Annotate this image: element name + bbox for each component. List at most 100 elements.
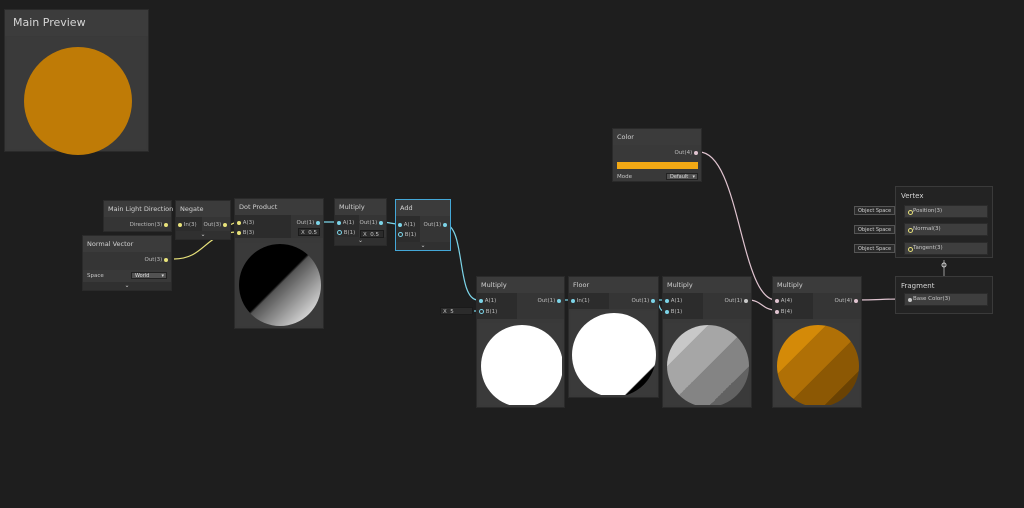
node-add[interactable]: Add A(1) B(1) Out(1) ⌄ (395, 199, 451, 251)
space-tag-normal[interactable]: Object Space (854, 225, 896, 234)
node-title: Normal Vector (83, 236, 171, 252)
input-port[interactable] (237, 230, 241, 235)
port-label: Out(4) (674, 150, 693, 156)
space-tag-position[interactable]: Object Space (854, 206, 896, 215)
node-preview (775, 323, 859, 405)
input-port[interactable] (665, 298, 669, 303)
output-port[interactable] (164, 222, 168, 227)
input-port[interactable] (398, 232, 403, 237)
output-port[interactable] (651, 298, 655, 303)
node-multiply-3[interactable]: Multiply A(1) B(1) Out(1) (662, 276, 752, 408)
node-dot-product[interactable]: Dot Product A(3) B(3) Out(1) (234, 198, 324, 329)
port-label: Out(4) (834, 298, 853, 304)
dot-b-inline-field[interactable]: X 0.5 (298, 228, 320, 236)
mode-label: Mode (617, 174, 632, 180)
input-port[interactable] (178, 222, 182, 227)
output-port[interactable] (694, 150, 698, 155)
node-multiply-2[interactable]: Multiply A(1) B(1) Out(1) (476, 276, 565, 408)
port-label: A(4) (780, 298, 793, 304)
preview-sphere (777, 325, 859, 405)
port-label: In(3) (183, 222, 197, 228)
preview-sphere (239, 244, 321, 326)
port-label: Out(1) (631, 298, 650, 304)
input-port[interactable] (775, 298, 779, 303)
preview-sphere (481, 325, 562, 405)
preview-sphere (667, 325, 749, 405)
input-port[interactable] (398, 222, 402, 227)
node-title: Floor (569, 277, 658, 293)
input-port[interactable] (337, 220, 341, 225)
mult1-b-inline-field[interactable]: X 0.5 (360, 230, 384, 238)
fragment-block[interactable]: Fragment Base Color(3) (895, 276, 993, 314)
node-title: Multiply (773, 277, 861, 293)
output-port[interactable] (443, 222, 447, 227)
fragment-title: Fragment (901, 282, 935, 290)
vertex-title: Vertex (901, 192, 924, 200)
node-title: Multiply (663, 277, 751, 293)
node-title: Negate (176, 201, 230, 217)
port-label: B(1) (343, 230, 356, 236)
vertex-slot-position[interactable]: Position(3) (904, 205, 988, 218)
node-multiply-4[interactable]: Multiply A(4) B(4) Out(4) (772, 276, 862, 408)
node-title: Add (396, 200, 450, 216)
port-label: A(1) (484, 298, 497, 304)
output-port[interactable] (557, 298, 561, 303)
vertex-slot-tangent[interactable]: Tangent(3) (904, 242, 988, 255)
port-label: Out(1) (724, 298, 743, 304)
port-label: Out(1) (359, 220, 378, 226)
input-port[interactable] (908, 247, 913, 252)
output-port[interactable] (164, 257, 168, 262)
chevron-down-icon[interactable]: ⌄ (396, 242, 450, 250)
output-port[interactable] (379, 220, 383, 225)
node-floor[interactable]: Floor In(1) Out(1) (568, 276, 659, 398)
port-label: B(3) (242, 230, 255, 236)
input-port[interactable] (775, 309, 779, 314)
main-preview-sphere (24, 47, 132, 155)
main-preview-title: Main Preview (5, 10, 148, 36)
input-port[interactable] (908, 298, 912, 302)
input-port[interactable] (908, 228, 913, 233)
node-title: Dot Product (235, 199, 323, 215)
port-label: Direction(3) (129, 222, 163, 228)
preview-sphere (572, 313, 656, 395)
port-label: B(4) (780, 309, 793, 315)
node-multiply-1[interactable]: Multiply A(1) B(1) Out(1) ⌄ (334, 198, 387, 246)
vertex-slot-normal[interactable]: Normal(3) (904, 223, 988, 236)
chevron-down-icon: ▾ (692, 174, 695, 180)
input-port[interactable] (479, 298, 483, 303)
input-port[interactable] (337, 230, 342, 235)
space-tag-tangent[interactable]: Object Space (854, 244, 896, 253)
space-dropdown[interactable]: World ▾ (131, 272, 167, 279)
output-port[interactable] (744, 298, 748, 303)
port-label: A(1) (670, 298, 683, 304)
port-label: Out(3) (144, 257, 163, 263)
node-preview (479, 323, 562, 405)
node-normal-vector[interactable]: Normal Vector Out(3) Space World ▾ ⌄ (82, 235, 172, 291)
port-label: Out(1) (537, 298, 556, 304)
input-port[interactable] (237, 220, 241, 225)
input-port[interactable] (908, 210, 913, 215)
chevron-down-icon[interactable]: ⌄ (83, 282, 171, 290)
input-port[interactable] (479, 309, 484, 314)
fragment-slot-base-color[interactable]: Base Color(3) (904, 293, 988, 306)
vertex-block[interactable]: Vertex Position(3) Normal(3) Tangent(3) (895, 186, 993, 258)
port-label: B(1) (485, 309, 498, 315)
port-label: B(1) (670, 309, 683, 315)
node-preview (665, 323, 749, 405)
main-preview-area[interactable] (7, 37, 146, 155)
node-color[interactable]: Color Out(4) Mode Default ▾ (612, 128, 702, 182)
space-label: Space (87, 273, 104, 279)
node-negate[interactable]: Negate In(3) Out(3) ⌄ (175, 200, 231, 240)
chevron-down-icon[interactable]: ⌄ (176, 231, 230, 239)
color-swatch[interactable] (617, 162, 698, 169)
graph-canvas[interactable]: Main Preview Main Light Direction Direct… (0, 0, 1024, 508)
node-main-light-direction[interactable]: Main Light Direction Direction(3) (103, 200, 173, 232)
output-port[interactable] (223, 222, 227, 227)
output-port[interactable] (854, 298, 858, 303)
output-port[interactable] (316, 220, 320, 225)
mult2-b-inline-field[interactable]: X 5 (440, 307, 473, 315)
input-port[interactable] (665, 309, 669, 314)
mode-dropdown[interactable]: Default ▾ (666, 173, 698, 180)
main-preview-panel[interactable]: Main Preview (4, 9, 149, 155)
input-port[interactable] (571, 298, 575, 303)
